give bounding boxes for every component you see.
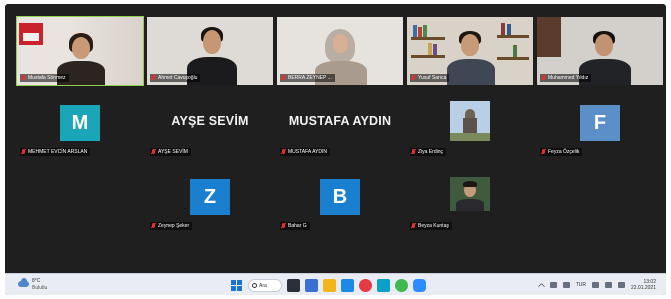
participant-display-name: AYŞE SEVİM (171, 114, 249, 128)
language-indicator[interactable]: TUR (576, 282, 586, 288)
search-label: Ara (259, 282, 267, 289)
participant-avatar: M (60, 105, 100, 141)
participant-nameplate: MUSTAFA AYDIN (280, 148, 330, 156)
store-icon[interactable] (377, 279, 390, 292)
participant-avatar: Z (190, 179, 230, 215)
participant-tile[interactable]: Ziya Erdinç (407, 91, 533, 159)
participant-name: MUSTAFA AYDIN (288, 149, 327, 155)
video-meeting-app-icon[interactable] (413, 279, 426, 292)
participant-name: Ziya Erdinç (418, 149, 444, 155)
system-clock[interactable]: 13:02 22.01.2021 (631, 279, 656, 291)
windows-start-icon[interactable] (230, 279, 243, 292)
weather-condition: Bulutlu (32, 285, 48, 291)
participant-nameplate: Ahmet Cavuşoğlu (150, 74, 201, 82)
browser-icon[interactable] (359, 279, 372, 292)
muted-mic-icon (281, 223, 286, 229)
participant-nameplate: Ziya Erdinç (410, 148, 447, 156)
participant-name: BERRA ZEYNEP ... (288, 75, 332, 81)
muted-mic-icon (151, 75, 156, 81)
muted-mic-icon (541, 75, 546, 81)
participant-nameplate: BERRA ZEYNEP ... (280, 74, 335, 82)
participant-name: Beyza Kuntaş (418, 223, 449, 229)
taskbar-search[interactable]: Ara (248, 279, 282, 292)
participant-profile-photo (450, 101, 490, 141)
chevron-up-icon[interactable] (537, 282, 545, 291)
display-icon[interactable] (562, 282, 570, 288)
participant-name: Yusuf Sarıca (418, 75, 447, 81)
taskbar-apps: Ara (230, 278, 426, 293)
network-icon[interactable] (549, 282, 557, 288)
search-icon (252, 283, 257, 288)
battery-icon[interactable] (617, 282, 625, 288)
participant-name: Ahmet Cavuşoğlu (158, 75, 198, 81)
participant-tile[interactable]: Muhammed Yıldız (537, 17, 663, 85)
volume-icon[interactable] (604, 282, 612, 288)
video-call-window: Mustafa Sönmez Ahmet Cavuşoğlu BERRA ZEY… (5, 4, 666, 295)
participant-nameplate: MEHMET EVCİN ARSLAN (20, 148, 91, 156)
participant-tile[interactable]: Ahmet Cavuşoğlu (147, 17, 273, 85)
participant-name: Mustafa Sönmez (28, 75, 66, 81)
participant-nameplate: AYŞE SEVİM (150, 148, 191, 156)
muted-mic-icon (541, 149, 546, 155)
muted-mic-icon (151, 223, 156, 229)
participant-tile[interactable]: AYŞE SEVİM AYŞE SEVİM (147, 91, 273, 159)
taskbar: 8°C Bulutlu Ara TUR 13:02 22.01.2021 (5, 273, 666, 295)
participant-tile[interactable]: B Bahar G (277, 165, 403, 233)
participant-tile[interactable]: Mustafa Sönmez (16, 16, 144, 86)
participant-tile[interactable]: MUSTAFA AYDIN MUSTAFA AYDIN (277, 91, 403, 159)
participant-nameplate: Beyza Kuntaş (410, 222, 452, 230)
participant-nameplate: Feyza Özçelik (540, 148, 583, 156)
muted-mic-icon (21, 149, 26, 155)
participant-tile[interactable]: BERRA ZEYNEP ... (277, 17, 403, 85)
system-tray: TUR 13:02 22.01.2021 (537, 277, 656, 293)
muted-mic-icon (411, 75, 416, 81)
task-view-icon[interactable] (287, 279, 300, 292)
muted-mic-icon (151, 149, 156, 155)
participant-tile[interactable]: Beyza Kuntaş (407, 165, 533, 233)
participant-avatar: F (580, 105, 620, 141)
participant-name: Feyza Özçelik (548, 149, 580, 155)
cloud-icon (18, 278, 29, 287)
file-explorer-icon[interactable] (323, 279, 336, 292)
muted-mic-icon (21, 75, 26, 81)
chat-icon[interactable] (395, 279, 408, 292)
participant-nameplate: Zeynep Şeker (150, 222, 193, 230)
muted-mic-icon (281, 149, 286, 155)
clock-date: 22.01.2021 (630, 285, 656, 291)
participant-gallery: Mustafa Sönmez Ahmet Cavuşoğlu BERRA ZEY… (16, 16, 663, 267)
participant-nameplate: Muhammed Yıldız (540, 74, 592, 82)
participant-tile[interactable]: F Feyza Özçelik (537, 91, 663, 159)
participant-name: Muhammed Yıldız (548, 75, 589, 81)
weather-widget[interactable]: 8°C Bulutlu (18, 278, 58, 292)
mail-icon[interactable] (341, 279, 354, 292)
participant-tile[interactable]: M MEHMET EVCİN ARSLAN (17, 91, 143, 159)
weather-temperature: 8°C (32, 278, 41, 284)
wifi-icon[interactable] (591, 282, 599, 288)
participant-profile-photo (450, 177, 490, 211)
muted-mic-icon (281, 75, 286, 81)
participant-display-name: MUSTAFA AYDIN (288, 114, 392, 128)
participant-name: Zeynep Şeker (158, 223, 190, 229)
participant-nameplate: Bahar G (280, 222, 310, 230)
participant-tile[interactable]: Yusuf Sarıca (407, 17, 533, 85)
participant-nameplate: Mustafa Sönmez (20, 74, 69, 82)
participant-name: MEHMET EVCİN ARSLAN (28, 149, 88, 155)
participant-name: Bahar G (288, 223, 307, 229)
participant-avatar: B (320, 179, 360, 215)
participant-name: AYŞE SEVİM (158, 149, 188, 155)
muted-mic-icon (411, 223, 416, 229)
widgets-icon[interactable] (305, 279, 318, 292)
muted-mic-icon (411, 149, 416, 155)
participant-nameplate: Yusuf Sarıca (410, 74, 450, 82)
participant-tile[interactable]: Z Zeynep Şeker (147, 165, 273, 233)
